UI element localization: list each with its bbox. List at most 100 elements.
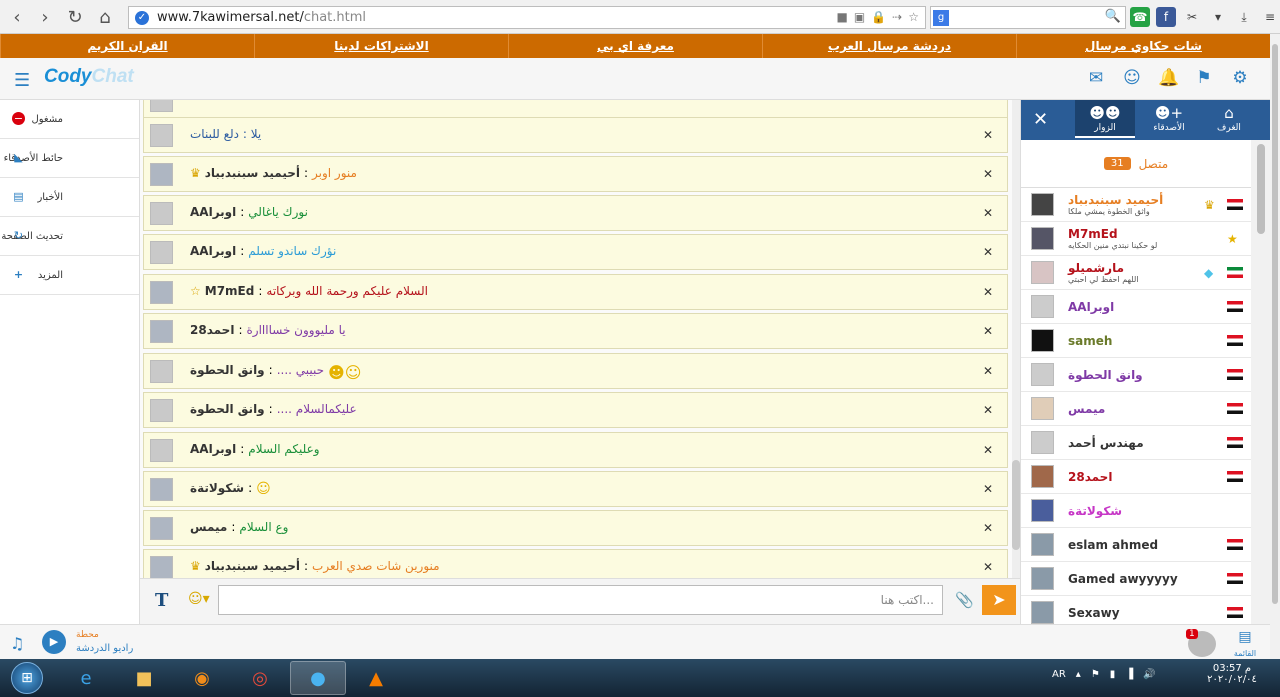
ie-icon[interactable]: e xyxy=(58,661,114,695)
whatsapp-icon[interactable]: ☎ xyxy=(1130,7,1150,27)
envelope-icon[interactable]: ✉ xyxy=(1086,68,1106,88)
close-icon[interactable]: ✕ xyxy=(983,167,993,181)
home-button[interactable]: ⌂ xyxy=(92,4,118,30)
menu-link[interactable]: دردشة مرسال العرب xyxy=(762,34,1016,58)
sidebar-item-news[interactable]: ▤ الأخبار xyxy=(0,178,139,217)
translate-icon[interactable]: ▣ xyxy=(854,10,865,24)
emoji-button[interactable]: ☺▾ xyxy=(188,591,210,607)
block-icon[interactable]: ■ xyxy=(837,10,848,24)
folder-icon[interactable]: ■ xyxy=(116,661,172,695)
lock-icon[interactable]: 🔒 xyxy=(871,10,886,24)
flag-icon[interactable]: ⚑ xyxy=(1194,68,1214,88)
sidebar-item-more[interactable]: + المزيد xyxy=(0,256,139,295)
avatar[interactable] xyxy=(150,478,173,501)
more-icon[interactable]: ≡ xyxy=(1260,7,1280,27)
close-icon[interactable]: ✕ xyxy=(983,560,993,574)
avatar[interactable] xyxy=(150,281,173,304)
user-list-scrollbar[interactable] xyxy=(1251,140,1271,624)
user-item[interactable]: أحيميد سبنبدبباد واثق الخطوة يمشي ملكا ♛ xyxy=(1021,188,1251,222)
scrollbar-thumb[interactable] xyxy=(1272,44,1278,604)
user-item[interactable]: وانق الحطوة xyxy=(1021,358,1251,392)
message-input[interactable]: ...اكتب هنا xyxy=(218,585,943,615)
close-icon[interactable]: ✕ xyxy=(983,482,993,496)
signal-icon[interactable]: ▐ xyxy=(1125,669,1133,680)
gear-icon[interactable]: ⚙ xyxy=(1230,68,1250,88)
forward-button[interactable]: › xyxy=(32,4,58,30)
avatar[interactable] xyxy=(150,320,173,343)
user-item[interactable]: مهندس أحمد xyxy=(1021,426,1251,460)
notification-avatar[interactable]: 1 xyxy=(1186,629,1216,657)
facebook-icon[interactable]: f xyxy=(1156,7,1176,27)
user-icon[interactable]: ☺ xyxy=(1122,68,1142,88)
back-button[interactable]: ‹ xyxy=(4,4,30,30)
star-icon[interactable]: ☆ xyxy=(908,10,919,24)
send-button[interactable]: ➤ xyxy=(982,585,1016,615)
battery-icon[interactable]: ▮ xyxy=(1110,669,1116,680)
user-item[interactable]: احمد28 xyxy=(1021,460,1251,494)
close-icon[interactable]: ✕ xyxy=(983,364,993,378)
user-item[interactable]: M7mEd لو حكينا نبتدي منين الحكايه ★ xyxy=(1021,222,1251,256)
close-icon[interactable]: ✕ xyxy=(983,245,993,259)
avatar[interactable] xyxy=(150,202,173,225)
reload-button[interactable]: ↻ xyxy=(62,4,88,30)
close-icon[interactable]: ✕ xyxy=(983,521,993,535)
avatar[interactable] xyxy=(150,163,173,186)
menu-link[interactable]: القران الكريم xyxy=(0,34,254,58)
list-button[interactable]: ▤ القائمة xyxy=(1230,629,1260,659)
avatar[interactable] xyxy=(150,100,173,112)
avatar[interactable] xyxy=(150,439,173,462)
sidebar-item-refresh[interactable]: ↻ تحديث الصفحة xyxy=(0,217,139,256)
user-item[interactable]: Gamed awyyyyy xyxy=(1021,562,1251,596)
download-icon[interactable]: ⤓ xyxy=(1234,7,1254,27)
user-item[interactable]: eslam ahmed xyxy=(1021,528,1251,562)
close-icon[interactable]: ✕ xyxy=(983,403,993,417)
user-item[interactable]: مارشميلو اللهم احفظ لي احبتي ◆ xyxy=(1021,256,1251,290)
avatar[interactable] xyxy=(150,360,173,383)
scrollbar-thumb[interactable] xyxy=(1257,144,1265,234)
paperclip-icon[interactable]: 📎 xyxy=(955,591,974,609)
chevron-up-icon[interactable]: ▴ xyxy=(1076,669,1081,680)
chrome-icon[interactable]: ◎ xyxy=(232,661,288,695)
close-icon[interactable]: ✕ xyxy=(1033,109,1048,130)
hamburger-menu-icon[interactable]: ☰ xyxy=(14,70,30,91)
avatar[interactable] xyxy=(150,124,173,147)
user-item[interactable]: شكولاتةة xyxy=(1021,494,1251,528)
menu-link[interactable]: الاشتراكات لدينا xyxy=(254,34,508,58)
close-icon[interactable]: ✕ xyxy=(983,324,993,338)
page-scrollbar[interactable] xyxy=(1270,34,1280,659)
user-item[interactable]: اوبراAA xyxy=(1021,290,1251,324)
close-icon[interactable]: ✕ xyxy=(983,128,993,142)
clock[interactable]: 03:57 م ٢٠٢٠/٠٢/٠٤ xyxy=(1196,663,1268,685)
text-format-button[interactable]: T xyxy=(155,590,168,611)
avatar[interactable] xyxy=(150,399,173,422)
sidebar-item-friends-wall[interactable]: ◣ حائط الأصدقاء xyxy=(0,139,139,178)
search-box[interactable]: g 🔍 xyxy=(930,6,1126,29)
address-bar[interactable]: ✓ www.7kawimersal.net/chat.html ■ ▣ 🔒 ⇢ … xyxy=(128,6,926,29)
close-icon[interactable]: ✕ xyxy=(983,206,993,220)
close-icon[interactable]: ✕ xyxy=(983,285,993,299)
user-item[interactable]: ميمس xyxy=(1021,392,1251,426)
menu-link[interactable]: معرفة اي بي xyxy=(508,34,762,58)
close-icon[interactable]: ✕ xyxy=(983,443,993,457)
tab-rooms[interactable]: ⌂ الغرف xyxy=(1199,100,1259,138)
avatar[interactable] xyxy=(150,517,173,540)
user-item[interactable]: sameh xyxy=(1021,324,1251,358)
browser-app-icon[interactable]: ● xyxy=(290,661,346,695)
menu-link[interactable]: شات حكاوي مرسال xyxy=(1016,34,1270,58)
vlc-icon[interactable]: ▲ xyxy=(348,661,404,695)
menu-chevron-icon[interactable]: ▾ xyxy=(1208,7,1228,27)
sidebar-item-busy[interactable]: − مشغول xyxy=(0,100,139,139)
avatar[interactable] xyxy=(150,556,173,578)
volume-icon[interactable]: 🔊 xyxy=(1143,669,1155,680)
tab-friends[interactable]: ☻+ الأصدقاء xyxy=(1139,100,1199,138)
play-button[interactable]: ▶ xyxy=(42,630,66,654)
flag-icon[interactable]: ⚑ xyxy=(1091,669,1100,680)
start-button[interactable]: ⊞ xyxy=(2,659,52,697)
messages-scrollbar[interactable] xyxy=(1012,100,1020,578)
bell-icon[interactable]: 🔔 xyxy=(1158,68,1179,88)
scrollbar-thumb[interactable] xyxy=(1012,460,1020,550)
user-item[interactable]: Sexawy xyxy=(1021,596,1251,624)
search-icon[interactable]: 🔍 xyxy=(1105,9,1121,24)
tab-visitors[interactable]: ☻☻ الزوار xyxy=(1075,100,1135,138)
share-icon[interactable]: ⇢ xyxy=(892,10,902,24)
